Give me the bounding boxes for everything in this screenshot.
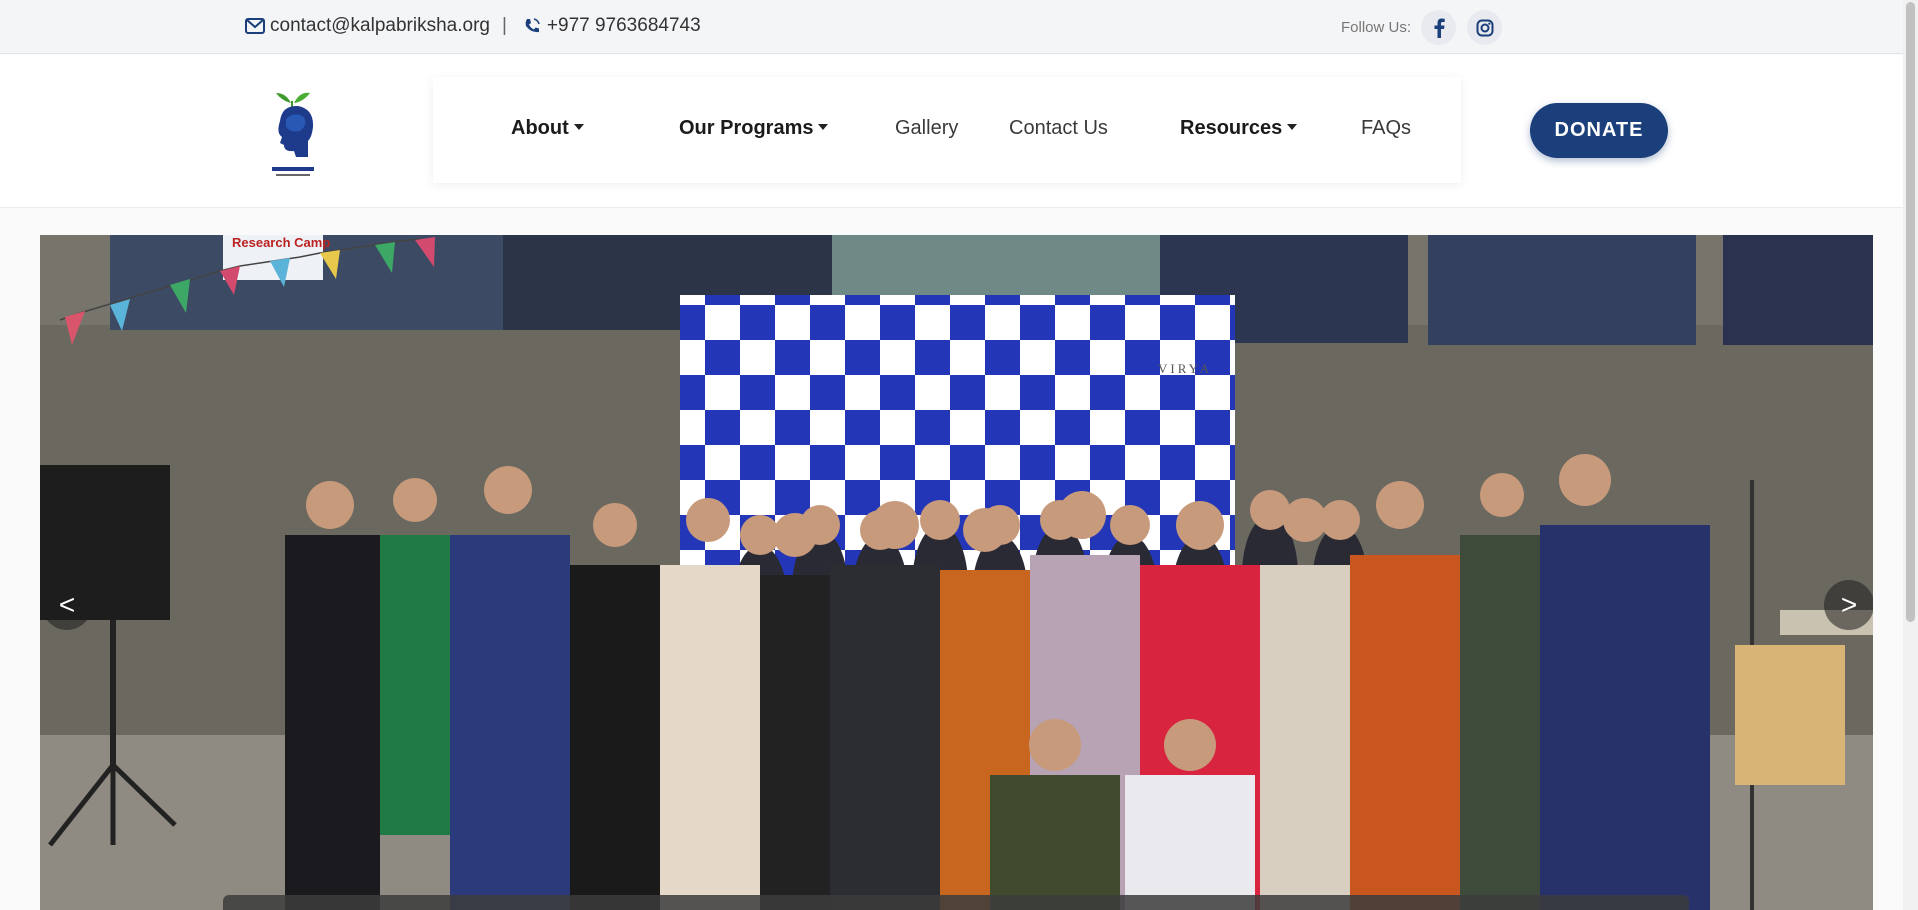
contact-info: contact@kalpabriksha.org | +977 97636847… — [244, 15, 701, 37]
caret-down-icon — [818, 124, 829, 130]
nav-about-label: About — [511, 117, 569, 139]
slider-prev-button[interactable]: < — [42, 580, 92, 630]
nav-programs-dropdown[interactable]: Our Programs — [679, 117, 829, 140]
contact-separator: | — [501, 15, 507, 36]
group-photo: Research Camp VIRYA — [40, 235, 1873, 910]
caret-down-icon — [1287, 124, 1298, 130]
kalpabriksha-logo[interactable] — [258, 81, 328, 187]
nav-resources-dropdown[interactable]: Resources — [1180, 117, 1298, 140]
envelope-icon — [244, 15, 266, 37]
virya-backdrop-text: VIRYA — [1158, 361, 1212, 376]
nav-faqs-link[interactable]: FAQs — [1361, 117, 1411, 140]
nav-programs-label: Our Programs — [679, 117, 814, 139]
caret-down-icon — [573, 124, 584, 130]
donate-button[interactable]: DONATE — [1530, 103, 1668, 158]
follow-us-label: Follow Us: — [1341, 19, 1412, 36]
top-contact-bar: contact@kalpabriksha.org | +977 97636847… — [0, 0, 1918, 54]
phone-icon — [521, 15, 543, 37]
email-link[interactable]: contact@kalpabriksha.org — [270, 15, 490, 37]
main-navigation: About Our Programs Gallery Contact Us Re… — [433, 77, 1461, 183]
nav-about-dropdown[interactable]: About — [511, 117, 584, 140]
hero-slider: Research Camp VIRYA < > — [40, 235, 1873, 910]
nav-resources-label: Resources — [1180, 117, 1283, 139]
scrollbar-thumb[interactable] — [1906, 2, 1915, 622]
instagram-icon[interactable] — [1467, 10, 1502, 45]
page-scrollbar[interactable] — [1903, 0, 1918, 910]
nav-contact-link[interactable]: Contact Us — [1009, 117, 1108, 140]
site-header: About Our Programs Gallery Contact Us Re… — [0, 55, 1918, 208]
research-camp-banner-text: Research Camp — [232, 235, 330, 250]
slider-next-button[interactable]: > — [1824, 580, 1873, 630]
phone-link[interactable]: +977 9763684743 — [547, 15, 701, 37]
facebook-icon[interactable] — [1421, 10, 1456, 45]
nav-gallery-link[interactable]: Gallery — [895, 117, 958, 140]
slide-caption-bar — [223, 895, 1689, 910]
